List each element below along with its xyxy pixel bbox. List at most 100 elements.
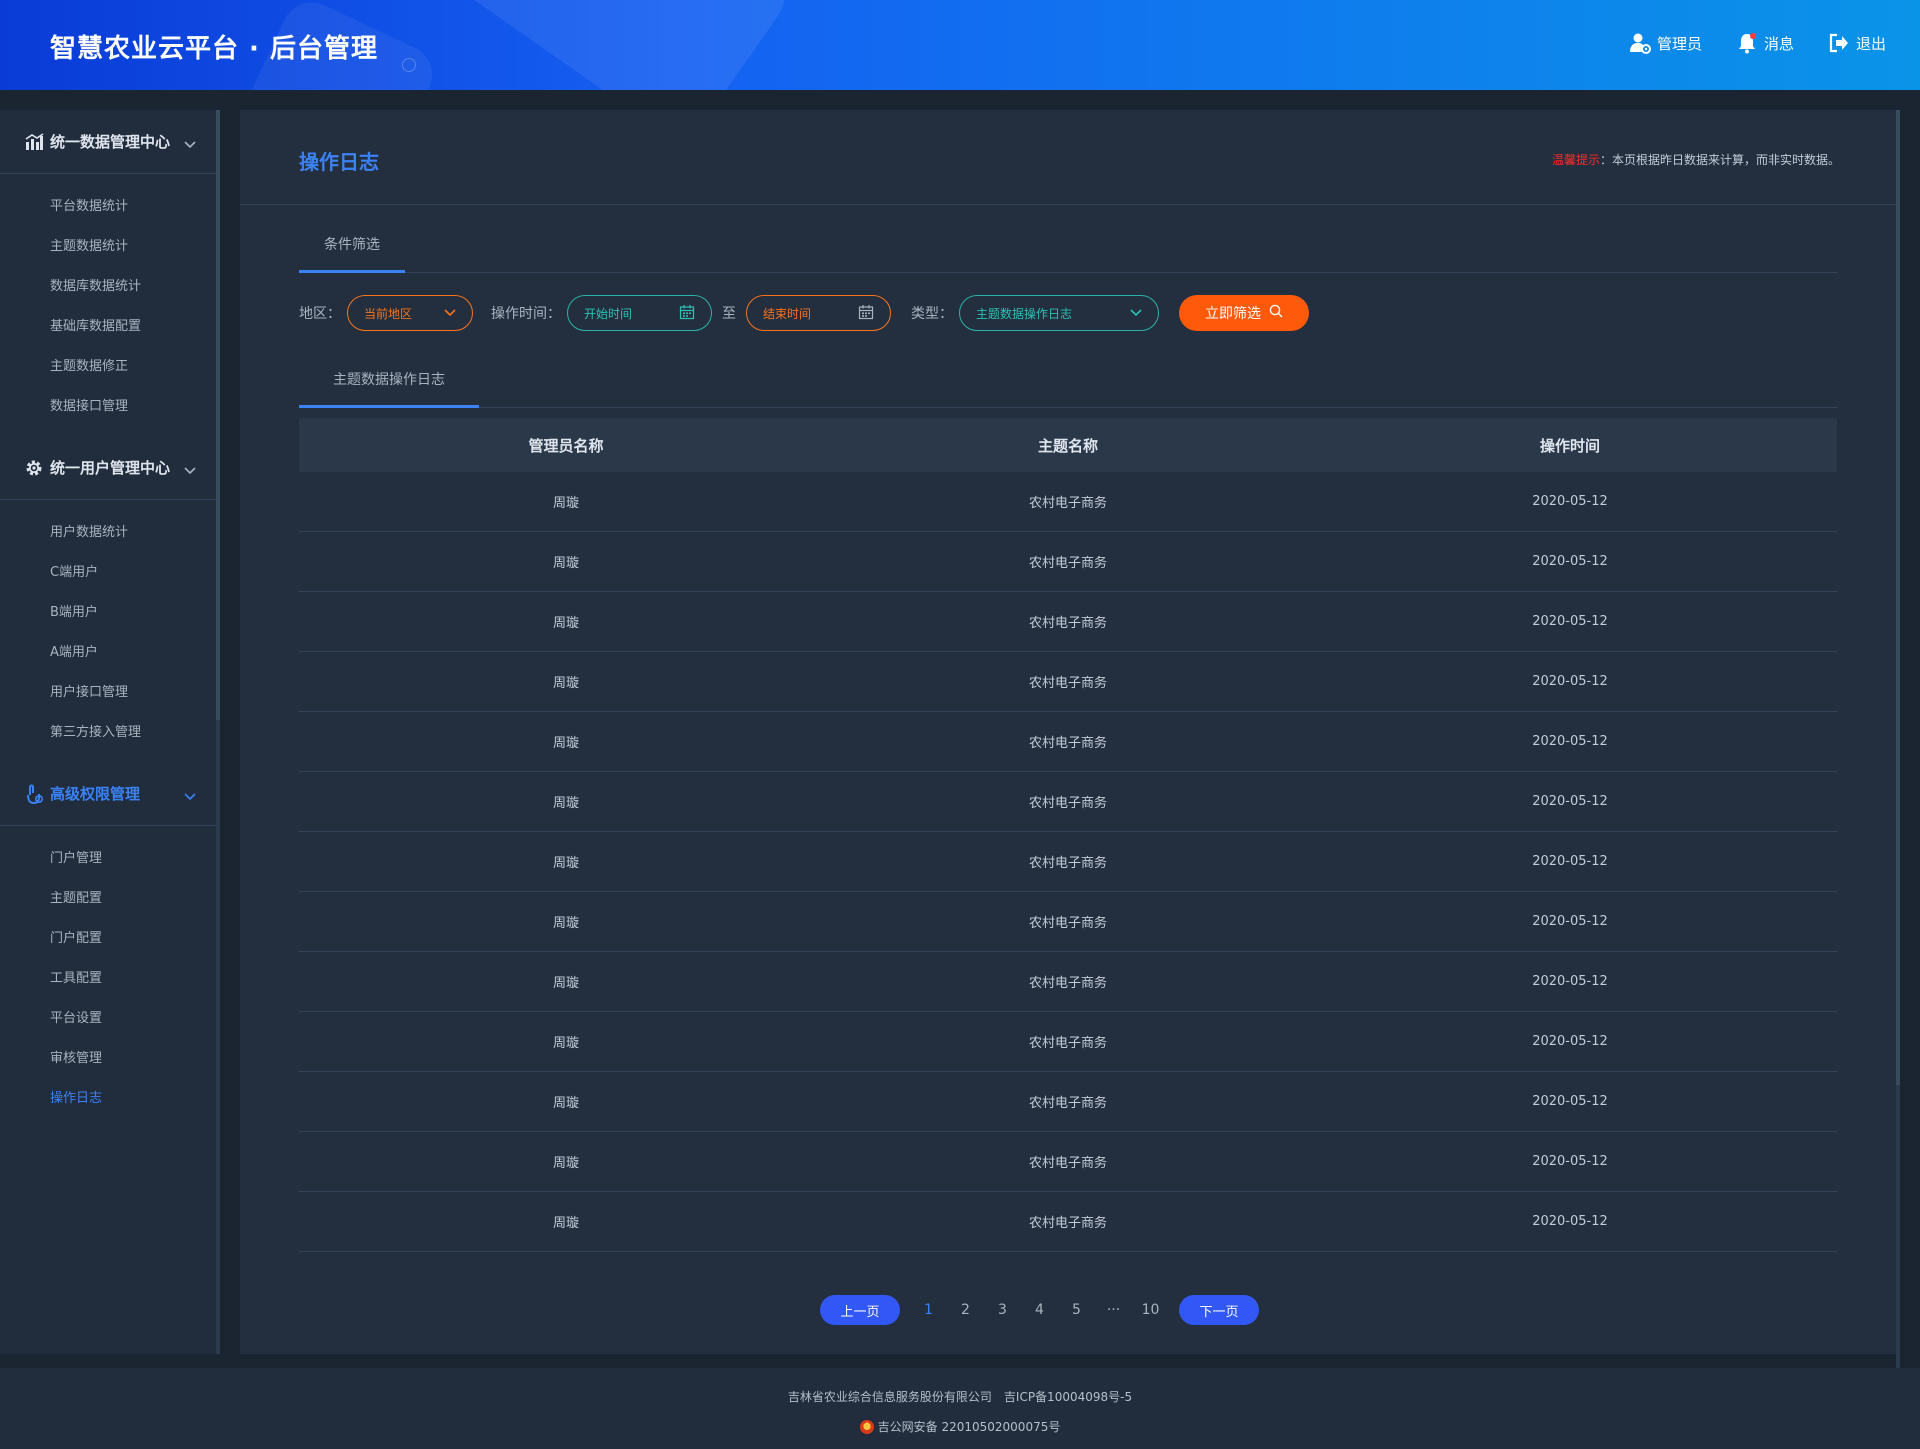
cell-admin-name: 周璇 [552, 916, 579, 931]
nav-group-label: 统一用户管理中心 [50, 459, 171, 477]
tab-topic-operation-log[interactable]: 主题数据操作日志 [299, 352, 479, 408]
nav-group-items: 用户数据统计 C端用户 B端用户 A端用户 用户接口管理 第三方接入管理 [0, 500, 216, 762]
table-row: 周璇 农村电子商务 2020-05-12 [299, 832, 1837, 892]
table-row: 周璇 农村电子商务 2020-05-12 [299, 1192, 1837, 1252]
sidebar-item-review-manage[interactable]: 审核管理 [0, 1036, 216, 1076]
cell-operation-time: 2020-05-12 [1532, 914, 1608, 929]
chevron-down-icon [184, 134, 196, 153]
footer-police[interactable]: 吉公网安备 22010502000075号 [878, 1418, 1061, 1435]
admin-button[interactable]: 管理员 [1629, 32, 1702, 54]
footer-police-record: 吉公网安备 22010502000075号 [0, 1418, 1920, 1435]
pagination: 上一页 1 2 3 4 5 ··· 10 下一页 [820, 1295, 1259, 1325]
logout-label: 退出 [1855, 34, 1886, 53]
prev-page-button[interactable]: 上一页 [820, 1295, 900, 1325]
sidebar-item-base-config[interactable]: 基础库数据配置 [0, 304, 216, 344]
cell-topic-name: 农村电子商务 [1028, 1216, 1107, 1231]
sidebar-item-operation-log[interactable]: 操作日志 [0, 1076, 216, 1116]
range-separator: 至 [722, 306, 736, 322]
sidebar-item-topic-config[interactable]: 主题配置 [0, 876, 216, 916]
cell-operation-time: 2020-05-12 [1532, 1214, 1608, 1229]
nav-group-label: 高级权限管理 [50, 785, 141, 803]
page-number[interactable]: 3 [984, 1302, 1021, 1318]
footer-icp[interactable]: 吉ICP备10004098号-5 [1004, 1390, 1132, 1404]
nav-group-user-center[interactable]: 统一用户管理中心 [0, 436, 216, 500]
sidebar-item-platform-settings[interactable]: 平台设置 [0, 996, 216, 1036]
start-time-input[interactable]: 开始时间 [567, 295, 712, 331]
sidebar-item-topic-stats[interactable]: 主题数据统计 [0, 224, 216, 264]
cell-admin-name: 周璇 [552, 796, 579, 811]
header-decoration [402, 58, 416, 72]
nav-group-data-center[interactable]: 统一数据管理中心 [0, 110, 216, 174]
sidebar-item-portal-config[interactable]: 门户配置 [0, 916, 216, 956]
sidebar-item-user-api[interactable]: 用户接口管理 [0, 670, 216, 710]
sidebar-item-data-api[interactable]: 数据接口管理 [0, 384, 216, 424]
sidebar-item-third-party[interactable]: 第三方接入管理 [0, 710, 216, 750]
search-icon [1269, 304, 1283, 322]
cell-topic-name: 农村电子商务 [1028, 916, 1107, 931]
cell-admin-name: 周璇 [552, 616, 579, 631]
page-header: 操作日志 温馨提示：本页根据昨日数据来计算，而非实时数据。 [240, 110, 1896, 205]
page-ellipsis: ··· [1106, 1302, 1121, 1318]
notice-text: 温馨提示：本页根据昨日数据来计算，而非实时数据。 [1552, 151, 1840, 168]
page-number[interactable]: 2 [947, 1302, 984, 1318]
apply-filter-button[interactable]: 立即筛选 [1179, 295, 1309, 331]
cell-topic-name: 农村电子商务 [1028, 976, 1107, 991]
cell-operation-time: 2020-05-12 [1532, 554, 1608, 569]
nav-group-permissions[interactable]: 高级权限管理 [0, 762, 216, 826]
notice-message: ：本页根据昨日数据来计算，而非实时数据。 [1599, 153, 1840, 167]
calendar-icon [858, 304, 874, 323]
start-time-placeholder: 开始时间 [584, 306, 633, 321]
filter-tab-bar: 条件筛选 [299, 206, 1837, 273]
sidebar-item-b-users[interactable]: B端用户 [0, 590, 216, 630]
sidebar-item-tool-config[interactable]: 工具配置 [0, 956, 216, 996]
sidebar-item-user-stats[interactable]: 用户数据统计 [0, 510, 216, 550]
column-header-time: 操作时间 [1539, 436, 1600, 455]
column-header-admin: 管理员名称 [528, 436, 604, 455]
table-row: 周璇 农村电子商务 2020-05-12 [299, 1072, 1837, 1132]
bell-icon [1736, 32, 1758, 54]
apply-filter-label: 立即筛选 [1205, 306, 1261, 322]
page-number[interactable]: 4 [1021, 1302, 1058, 1318]
cell-admin-name: 周璇 [552, 1216, 579, 1231]
sidebar: 统一数据管理中心 平台数据统计 主题数据统计 数据库数据统计 基础库数据配置 主… [0, 110, 216, 1354]
page-number[interactable]: 1 [910, 1302, 947, 1318]
cell-topic-name: 农村电子商务 [1028, 1036, 1107, 1051]
next-page-button[interactable]: 下一页 [1179, 1295, 1259, 1325]
cell-operation-time: 2020-05-12 [1532, 1094, 1608, 1109]
sidebar-scrollbar[interactable] [216, 110, 220, 1354]
gear-icon [24, 458, 44, 478]
admin-label: 管理员 [1656, 34, 1702, 53]
footer-company: 吉林省农业综合信息服务股份有限公司 [787, 1390, 992, 1404]
end-time-placeholder: 结束时间 [763, 306, 812, 321]
region-value: 当前地区 [364, 306, 413, 321]
table-body: 周璇 农村电子商务 2020-05-12 周璇 农村电子商务 2020-05-12 周璇 农村… [299, 472, 1837, 1252]
logout-button[interactable]: 退出 [1828, 32, 1886, 54]
main-scrollbar[interactable] [1896, 110, 1900, 1390]
sidebar-item-c-users[interactable]: C端用户 [0, 550, 216, 590]
region-label: 地区： [299, 306, 341, 322]
sidebar-item-portal-manage[interactable]: 门户管理 [0, 836, 216, 876]
cell-admin-name: 周璇 [552, 556, 579, 571]
cell-admin-name: 周璇 [552, 736, 579, 751]
sidebar-item-database-stats[interactable]: 数据库数据统计 [0, 264, 216, 304]
table-row: 周璇 农村电子商务 2020-05-12 [299, 1132, 1837, 1192]
table-row: 周璇 农村电子商务 2020-05-12 [299, 472, 1837, 532]
sidebar-item-platform-stats[interactable]: 平台数据统计 [0, 184, 216, 224]
filter-row: 地区： 当前地区 操作时间： 开始时间 至 结束时间 类型： 主题数据操作日志 [299, 294, 1309, 332]
result-tab-bar: 主题数据操作日志 [299, 342, 1837, 408]
end-time-input[interactable]: 结束时间 [746, 295, 891, 331]
type-select[interactable]: 主题数据操作日志 [959, 295, 1159, 331]
type-label: 类型： [911, 306, 953, 322]
cell-topic-name: 农村电子商务 [1028, 676, 1107, 691]
page-number[interactable]: 10 [1132, 1302, 1169, 1318]
region-select[interactable]: 当前地区 [347, 295, 473, 331]
tab-filter-conditions[interactable]: 条件筛选 [299, 217, 405, 273]
table-header: 管理员名称 主题名称 操作时间 [299, 418, 1837, 472]
scrollbar-thumb[interactable] [1896, 110, 1900, 1085]
page-number[interactable]: 5 [1058, 1302, 1095, 1318]
sidebar-item-a-users[interactable]: A端用户 [0, 630, 216, 670]
sidebar-item-topic-correction[interactable]: 主题数据修正 [0, 344, 216, 384]
messages-button[interactable]: 消息 [1736, 32, 1794, 54]
scrollbar-thumb[interactable] [216, 110, 220, 720]
chevron-down-icon [184, 786, 196, 805]
